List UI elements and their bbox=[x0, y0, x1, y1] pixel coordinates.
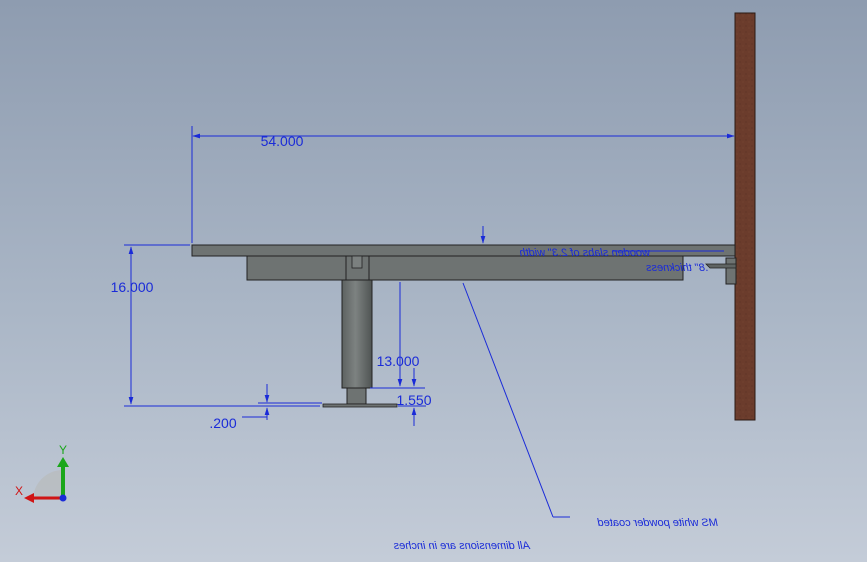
frame-slot bbox=[351, 255, 363, 269]
triad-y-arrowhead bbox=[57, 457, 69, 467]
note-slab-thickness[interactable]: .8" thickness bbox=[646, 262, 708, 274]
note-leader-frame bbox=[462, 282, 554, 518]
dim-base-value[interactable]: 1.550 bbox=[396, 392, 431, 408]
triad-quadrant bbox=[33, 470, 63, 500]
dim-plate-value[interactable]: .200 bbox=[209, 415, 236, 431]
wall bbox=[734, 12, 756, 421]
note-units[interactable]: All dimensions are in inches bbox=[393, 540, 531, 552]
pedestal-column bbox=[341, 279, 373, 389]
axis-triad[interactable]: Y X bbox=[15, 443, 69, 503]
base-plate bbox=[322, 403, 398, 408]
note-slab-width[interactable]: wooden slabs of 2.3" width bbox=[520, 247, 651, 259]
wall-bracket bbox=[725, 257, 737, 285]
dim-length-value[interactable]: 54.000 bbox=[261, 133, 304, 149]
triad-x-label: X bbox=[15, 484, 23, 498]
under-frame bbox=[246, 255, 684, 281]
dim-pedestal-value[interactable]: 13.000 bbox=[377, 353, 420, 369]
note-frame-finish[interactable]: MS white powder coated bbox=[597, 517, 718, 529]
pedestal-neck bbox=[346, 387, 367, 405]
triad-y-label: Y bbox=[59, 443, 67, 457]
triad-x-arrowhead bbox=[24, 493, 34, 503]
drawing-viewport[interactable]: 54.000 16.000 13.000 1.550 .200 wooden s… bbox=[0, 0, 867, 562]
triad-origin bbox=[59, 494, 67, 502]
bracket-profile bbox=[705, 263, 737, 269]
dim-height-value[interactable]: 16.000 bbox=[111, 279, 154, 295]
